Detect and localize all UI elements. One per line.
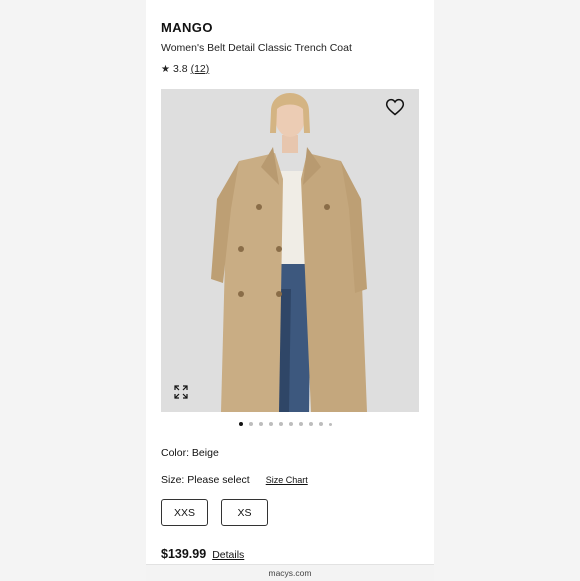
product-title: Women's Belt Detail Classic Trench Coat	[161, 42, 352, 54]
pagination-dot[interactable]	[329, 422, 332, 426]
expand-icon[interactable]	[173, 384, 189, 400]
rating-value: 3.8	[172, 63, 188, 75]
size-xxs-button[interactable]: XXS	[161, 499, 208, 526]
product-image[interactable]	[161, 89, 419, 412]
pagination-dot[interactable]	[259, 422, 263, 426]
pagination-dot[interactable]	[269, 422, 273, 426]
browser-url-bar[interactable]: macys.com	[146, 564, 434, 581]
brand-name[interactable]: MANGO	[161, 20, 213, 35]
pagination-dot[interactable]	[239, 422, 243, 426]
size-label: Size: Please select	[161, 474, 250, 486]
details-link[interactable]: Details	[212, 549, 244, 561]
price-row: $139.99 Details	[161, 547, 244, 561]
color-label: Color: Beige	[161, 447, 219, 459]
size-options: XXS XS	[161, 499, 268, 526]
rating-summary[interactable]: ★ 3.8 (12)	[161, 63, 209, 75]
heart-icon[interactable]	[385, 97, 405, 117]
model-photo	[161, 89, 419, 412]
product-price: $139.99	[161, 547, 207, 561]
review-count-link[interactable]: (12)	[191, 63, 210, 75]
star-icon: ★	[161, 63, 170, 75]
pagination-dot[interactable]	[249, 422, 253, 426]
size-chart-link[interactable]: Size Chart	[266, 475, 308, 485]
product-page: MANGO Women's Belt Detail Classic Trench…	[146, 0, 434, 580]
image-pagination[interactable]	[239, 422, 332, 426]
pagination-dot[interactable]	[289, 422, 293, 426]
size-xs-button[interactable]: XS	[221, 499, 268, 526]
pagination-dot[interactable]	[299, 422, 303, 426]
pagination-dot[interactable]	[319, 422, 323, 426]
size-row: Size: Please select Size Chart	[161, 474, 308, 486]
pagination-dot[interactable]	[279, 422, 283, 426]
pagination-dot[interactable]	[309, 422, 313, 426]
